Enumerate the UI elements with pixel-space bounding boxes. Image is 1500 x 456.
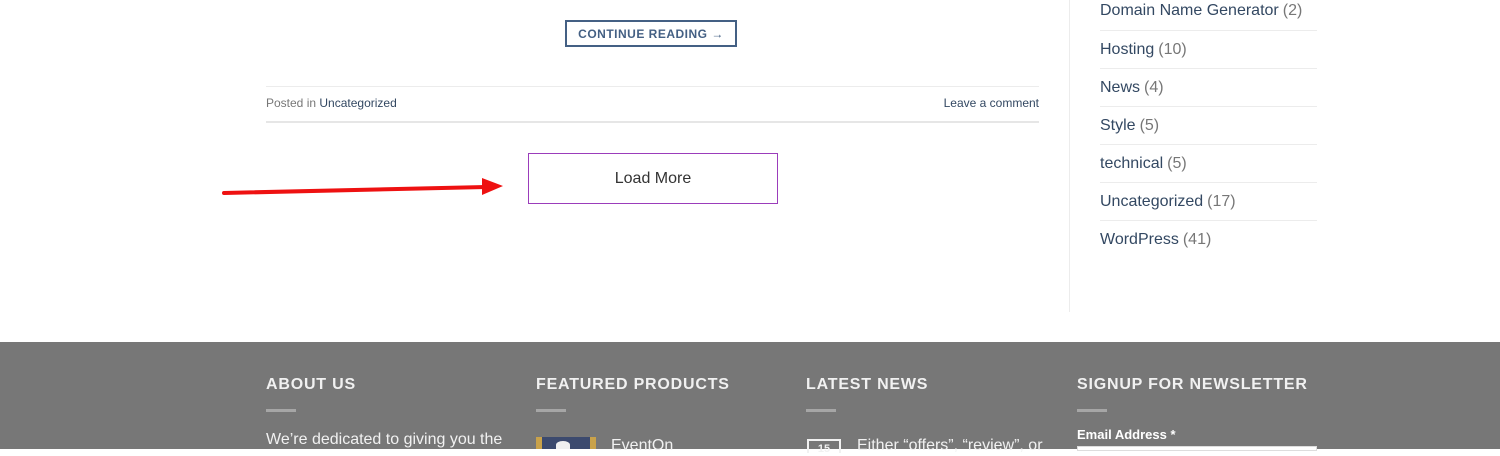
news-date-badge: 15 bbox=[807, 439, 841, 455]
news-item-link[interactable]: Either “offers”, “review”, or bbox=[857, 437, 1043, 455]
category-item-style[interactable]: Style (5) bbox=[1100, 107, 1317, 145]
footer-featured-heading: FEATURED PRODUCTS bbox=[536, 376, 730, 393]
footer-about-text: We’re dedicated to giving you the bbox=[266, 431, 503, 448]
category-count: (41) bbox=[1182, 231, 1212, 248]
site-footer: ABOUT US We’re dedicated to giving you t… bbox=[0, 342, 1500, 455]
arrow-shaft bbox=[222, 185, 488, 195]
category-count: (2) bbox=[1282, 2, 1303, 19]
category-count: (5) bbox=[1167, 154, 1187, 172]
category-count: (4) bbox=[1144, 78, 1164, 96]
category-item-wordpress[interactable]: WordPress (41) bbox=[1100, 221, 1317, 259]
category-name[interactable]: WordPress bbox=[1100, 231, 1179, 249]
category-name[interactable]: Hosting bbox=[1100, 41, 1154, 59]
category-item-uncategorized[interactable]: Uncategorized (17) bbox=[1100, 183, 1317, 221]
email-label: Email Address * bbox=[1077, 427, 1176, 442]
posted-in-label: Posted in bbox=[266, 96, 317, 110]
product-thumbnail[interactable] bbox=[536, 437, 596, 449]
product-link[interactable]: EventOn bbox=[611, 437, 673, 455]
category-link[interactable]: Uncategorized bbox=[319, 96, 396, 110]
continue-reading-button[interactable]: CONTINUE READING → bbox=[565, 20, 737, 47]
category-name[interactable]: News bbox=[1100, 79, 1140, 97]
post-meta-divider-bottom bbox=[266, 121, 1039, 123]
category-name[interactable]: Domain Name Generator bbox=[1100, 2, 1279, 20]
footer-about-heading: ABOUT US bbox=[266, 376, 356, 393]
category-item-news[interactable]: News (4) bbox=[1100, 69, 1317, 107]
arrow-head bbox=[482, 178, 503, 195]
category-name[interactable]: technical bbox=[1100, 155, 1163, 173]
category-list: Domain Name Generator (2) Hosting (10) N… bbox=[1100, 0, 1317, 259]
sidebar-divider bbox=[1069, 0, 1070, 312]
footer-newsletter-heading: SIGNUP FOR NEWSLETTER bbox=[1077, 376, 1308, 393]
category-item-hosting[interactable]: Hosting (10) bbox=[1100, 31, 1317, 69]
category-name[interactable]: Style bbox=[1100, 117, 1136, 135]
category-item-technical[interactable]: technical (5) bbox=[1100, 145, 1317, 183]
category-name[interactable]: Uncategorized bbox=[1100, 193, 1203, 211]
footer-about-rule bbox=[266, 409, 296, 412]
footer-newsletter-rule bbox=[1077, 409, 1107, 412]
post-category-meta: Posted in Uncategorized bbox=[266, 96, 397, 110]
leave-comment-link[interactable]: Leave a comment bbox=[944, 96, 1039, 110]
category-item-domain-name-generator[interactable]: Domain Name Generator (2) bbox=[1100, 0, 1317, 31]
footer-featured-rule bbox=[536, 409, 566, 412]
post-meta-divider-top bbox=[266, 86, 1039, 87]
footer-news-rule bbox=[806, 409, 836, 412]
category-count: (10) bbox=[1158, 40, 1187, 58]
category-count: (5) bbox=[1139, 116, 1160, 134]
footer-news-heading: LATEST NEWS bbox=[806, 376, 929, 393]
category-count: (17) bbox=[1207, 192, 1236, 210]
red-arrow-annotation bbox=[222, 178, 503, 195]
load-more-button[interactable]: Load More bbox=[528, 153, 778, 204]
